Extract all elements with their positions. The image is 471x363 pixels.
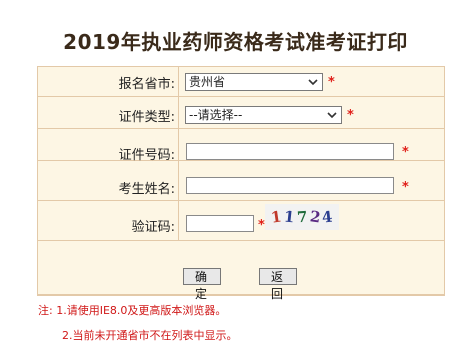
id-type-label: 证件类型: xyxy=(118,110,175,125)
province-select[interactable]: 贵州省 xyxy=(185,73,323,91)
captcha-char: 1 xyxy=(269,207,284,227)
captcha-input[interactable] xyxy=(186,215,254,232)
form-divider xyxy=(37,200,445,201)
form-divider xyxy=(37,96,445,97)
required-mark: * xyxy=(328,75,335,90)
required-mark: * xyxy=(402,145,409,160)
captcha-char: 1 xyxy=(283,207,297,227)
required-mark: * xyxy=(347,108,354,123)
required-mark: * xyxy=(402,180,409,195)
form-column-divider xyxy=(178,66,179,240)
captcha-char: 4 xyxy=(321,207,335,227)
id-type-select[interactable]: --请选择-- xyxy=(185,106,342,124)
chevron-down-icon xyxy=(327,112,337,119)
note-line-1: 注: 1.请使用IE8.0及更高版本浏览器。 xyxy=(38,304,227,317)
note-line-2: 2.当前未开通省市不在列表中显示。 xyxy=(62,329,238,342)
province-select-value: 贵州省 xyxy=(189,75,226,89)
form-divider xyxy=(37,128,445,129)
form-divider xyxy=(37,240,445,241)
required-mark: * xyxy=(258,218,265,233)
id-number-input[interactable] xyxy=(186,143,394,160)
name-input[interactable] xyxy=(186,177,394,194)
province-label: 报名省市: xyxy=(118,77,175,92)
captcha-char: 7 xyxy=(296,207,310,227)
name-label: 考生姓名: xyxy=(118,182,175,197)
back-button[interactable]: 返 回 xyxy=(259,268,297,301)
chevron-down-icon xyxy=(308,79,318,86)
id-number-label: 证件号码: xyxy=(118,148,175,163)
form-divider xyxy=(37,294,445,295)
confirm-button[interactable]: 确 定 xyxy=(183,268,221,301)
page-title: 2019年执业药师资格考试准考证打印 xyxy=(63,30,408,54)
captcha-image[interactable]: 1 1 7 2 4 xyxy=(265,204,339,230)
captcha-label: 验证码: xyxy=(131,220,175,235)
id-type-select-value: --请选择-- xyxy=(189,108,243,122)
